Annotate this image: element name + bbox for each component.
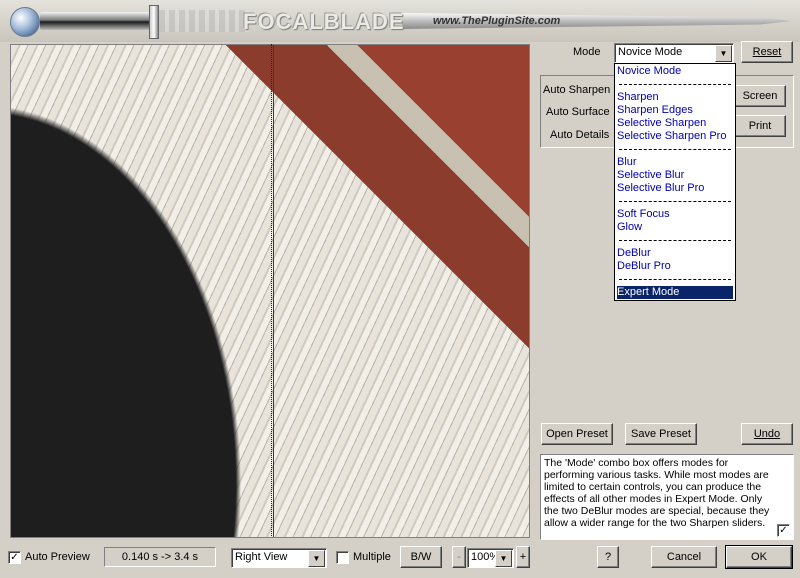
dropdown-separator — [619, 201, 731, 202]
mode-select[interactable]: Novice Mode ▼ — [614, 43, 734, 63]
reset-button[interactable]: Reset — [741, 41, 793, 63]
save-preset-label: Save Preset — [631, 428, 691, 440]
brand-title: FOCALBLADE — [243, 9, 405, 34]
dropdown-item-glow[interactable]: Glow — [617, 221, 733, 234]
zoom-select[interactable]: 100% ▼ — [467, 548, 514, 568]
cancel-button[interactable]: Cancel — [651, 546, 717, 568]
multiple-label: Multiple — [353, 551, 391, 563]
dropdown-separator — [619, 279, 731, 280]
auto-surface-label: Auto Surface — [546, 106, 610, 118]
open-preset-button[interactable]: Open Preset — [541, 423, 613, 445]
undo-label: Undo — [753, 428, 781, 440]
view-select-value: Right View — [235, 551, 288, 563]
auto-details-label: Auto Details — [550, 129, 610, 141]
chevron-down-icon[interactable]: ▼ — [495, 550, 512, 567]
blade-ornament — [159, 10, 249, 32]
dropdown-item-selective-blur-pro[interactable]: Selective Blur Pro — [617, 182, 733, 195]
dropdown-item-deblur-pro[interactable]: DeBlur Pro — [617, 260, 733, 273]
auto-preview-checkbox[interactable]: ✓ — [8, 551, 21, 564]
dropdown-item-blur[interactable]: Blur — [617, 156, 733, 169]
zoom-in-button[interactable]: + — [516, 546, 530, 568]
mode-dropdown-list[interactable]: Novice Mode Sharpen Sharpen Edges Select… — [614, 63, 736, 301]
render-timing-readout: 0.140 s -> 3.4 s — [104, 547, 216, 567]
ok-button[interactable]: OK — [725, 545, 793, 569]
view-select[interactable]: Right View ▼ — [231, 548, 327, 568]
image-preview[interactable] — [10, 44, 530, 538]
mode-select-value: Novice Mode — [618, 46, 683, 58]
split-view-divider[interactable] — [271, 44, 272, 536]
help-text: The 'Mode' combo box offers modes for pe… — [544, 457, 770, 529]
open-preset-label: Open Preset — [546, 428, 608, 440]
dropdown-item-soft-focus[interactable]: Soft Focus — [617, 208, 733, 221]
zoom-out-button[interactable]: - — [452, 546, 466, 568]
undo-button[interactable]: Undo — [741, 423, 793, 445]
dropdown-item-deblur[interactable]: DeBlur — [617, 247, 733, 260]
dropdown-item-expert-mode[interactable]: Expert Mode — [617, 286, 733, 299]
dropdown-separator — [619, 240, 731, 241]
chevron-down-icon[interactable]: ▼ — [308, 550, 325, 567]
mode-label: Mode — [573, 46, 601, 58]
auto-preview-label: Auto Preview — [25, 551, 90, 563]
dropdown-item-novice-mode[interactable]: Novice Mode — [617, 65, 733, 78]
bw-button[interactable]: B/W — [400, 546, 442, 568]
help-button[interactable]: ? — [597, 546, 619, 568]
dropdown-separator — [619, 84, 731, 85]
auto-sharpen-label: Auto Sharpen — [543, 84, 611, 96]
help-box: The 'Mode' combo box offers modes for pe… — [540, 454, 794, 540]
reset-button-label: Reset — [752, 46, 782, 58]
help-toggle-checkbox[interactable]: ✓ — [777, 524, 790, 537]
dropdown-item-selective-sharpen[interactable]: Selective Sharpen — [617, 117, 733, 130]
blade-guard-logo — [149, 5, 159, 39]
screen-button[interactable]: Screen — [734, 85, 786, 107]
website-link[interactable]: www.ThePluginSite.com — [433, 15, 560, 27]
blade-hilt-logo — [40, 12, 152, 30]
print-button[interactable]: Print — [734, 115, 786, 137]
dropdown-item-sharpen-edges[interactable]: Sharpen Edges — [617, 104, 733, 117]
dropdown-item-selective-blur[interactable]: Selective Blur — [617, 169, 733, 182]
chevron-down-icon[interactable]: ▼ — [715, 45, 732, 62]
blade-knob-logo — [10, 7, 40, 37]
save-preset-button[interactable]: Save Preset — [625, 423, 697, 445]
multiple-checkbox[interactable] — [336, 551, 349, 564]
dropdown-separator — [619, 149, 731, 150]
dropdown-item-selective-sharpen-pro[interactable]: Selective Sharpen Pro — [617, 130, 733, 143]
dropdown-item-sharpen[interactable]: Sharpen — [617, 91, 733, 104]
